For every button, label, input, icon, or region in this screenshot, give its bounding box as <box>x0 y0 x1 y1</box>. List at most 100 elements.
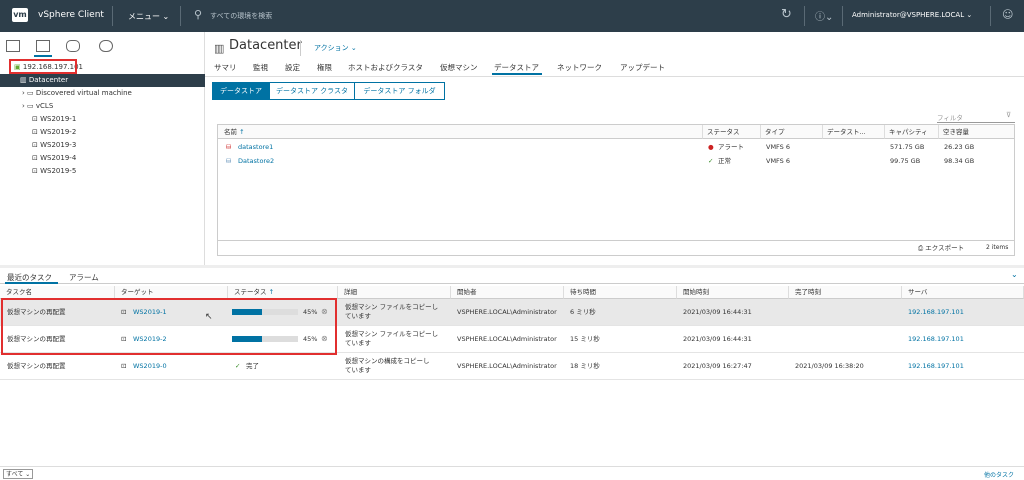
subtab-datastore-clusters[interactable]: データストア クラスタ <box>269 82 355 100</box>
col-type[interactable]: タイプ <box>760 125 822 139</box>
chevron-right-icon: › <box>22 89 25 97</box>
server-link[interactable]: 192.168.197.101 <box>908 308 964 317</box>
col-name[interactable]: 名前 ↑ <box>218 125 702 139</box>
divider <box>804 6 805 26</box>
active-tab-indicator <box>5 282 58 284</box>
collapse-icon[interactable]: ⌄ <box>1011 270 1018 279</box>
col-free[interactable]: 空き容量 <box>938 125 1014 139</box>
storage-icon[interactable] <box>66 40 80 52</box>
help-icon[interactable]: ⓘ⌄ <box>815 8 833 23</box>
free-text: 98.34 GB <box>944 157 975 165</box>
actions-menu[interactable]: アクション ⌄ <box>314 43 357 53</box>
tab-updates[interactable]: アップデート <box>620 62 665 73</box>
export-button[interactable]: ⎙ エクスポート <box>918 241 964 255</box>
start-time-text: 2021/03/09 16:27:47 <box>683 362 752 370</box>
datastore-grid: 名前 ↑ ステータス タイプ データスト... キャパシティ 空き容量 ⛁ da… <box>217 124 1015 256</box>
active-tab-indicator <box>492 73 542 75</box>
vm-icon: ⊡ <box>32 154 38 162</box>
user-label: Administrator@VSPHERE.LOCAL <box>852 11 965 19</box>
export-label: エクスポート <box>925 244 965 252</box>
tree-item[interactable]: ⊡ WS2019-4 <box>0 152 205 165</box>
server-link[interactable]: 192.168.197.101 <box>908 362 964 371</box>
tree-item[interactable]: ⊡ WS2019-5 <box>0 165 205 178</box>
task-filter-select[interactable]: すべて ⌄ <box>3 469 34 479</box>
start-time-text: 2021/03/09 16:44:31 <box>683 335 752 343</box>
tab-datastores[interactable]: データストア <box>494 62 539 73</box>
refresh-icon[interactable]: ↻ <box>781 7 792 22</box>
status-text: アラート <box>718 143 744 151</box>
alert-icon: ● <box>708 143 714 151</box>
highlight-box <box>1 298 337 355</box>
app-title: vSphere Client <box>38 10 104 20</box>
tree-item[interactable]: ⊡ WS2019-3 <box>0 139 205 152</box>
col-capacity[interactable]: キャパシティ <box>884 125 938 139</box>
tab-networks[interactable]: ネットワーク <box>557 62 602 73</box>
tree-item[interactable]: ⊡ WS2019-2 <box>0 126 205 139</box>
tab-monitor[interactable]: 監視 <box>253 62 268 73</box>
target-link[interactable]: WS2019-0 <box>133 362 167 371</box>
divider <box>205 76 1024 77</box>
subtab-datastore-folders[interactable]: データストア フォルダ <box>354 82 445 100</box>
type-text: VMFS 6 <box>766 157 791 165</box>
tree-datacenter[interactable]: ▥ Datacenter <box>0 74 205 87</box>
chevron-right-icon: › <box>22 102 25 110</box>
capacity-text: 99.75 GB <box>890 157 921 165</box>
col-server[interactable]: サーバ <box>902 286 1024 299</box>
tree-label: Discovered virtual machine <box>35 89 132 97</box>
sort-up-icon: ↑ <box>239 128 245 136</box>
datastore-icon: ⛁ <box>226 157 232 165</box>
col-start-time[interactable]: 開始時刻 <box>677 286 789 299</box>
task-tabs: 最近のタスク アラーム ⌄ <box>0 268 1024 284</box>
detail-line: 仮想マシン ファイルをコピーし <box>345 330 439 338</box>
server-link[interactable]: 192.168.197.101 <box>908 335 964 344</box>
tab-alarms[interactable]: アラーム <box>69 272 99 283</box>
subtab-datastores[interactable]: データストア <box>212 82 270 100</box>
more-tasks-link[interactable]: 他のタスク <box>984 470 1014 479</box>
divider <box>218 240 1014 241</box>
queued-text: 15 ミリ秒 <box>570 335 600 343</box>
tab-vms[interactable]: 仮想マシン <box>440 62 478 73</box>
initiator-text: VSPHERE.LOCAL\Administrator <box>457 335 557 343</box>
export-icon: ⎙ <box>918 244 924 252</box>
capacity-text: 571.75 GB <box>890 143 925 151</box>
tab-permissions[interactable]: 権限 <box>317 62 332 73</box>
tree-label: vCLS <box>35 102 54 110</box>
search-input[interactable]: すべての環境を検索 <box>210 11 272 21</box>
vm-icon: ⊡ <box>121 362 127 370</box>
tab-summary[interactable]: サマリ <box>214 62 237 73</box>
smiley-icon[interactable]: ☺ <box>1002 8 1013 21</box>
tab-configure[interactable]: 設定 <box>285 62 300 73</box>
page-title: Datacenter <box>229 38 302 53</box>
detail-line: ています <box>345 312 371 320</box>
tree-item[interactable]: › ▭ vCLS <box>0 100 205 113</box>
col-initiator[interactable]: 開始者 <box>451 286 564 299</box>
check-icon: ✓ <box>708 157 714 165</box>
vm-icon: ⊡ <box>32 167 38 175</box>
tab-hosts-clusters[interactable]: ホストおよびクラスタ <box>348 62 423 73</box>
type-text: VMFS 6 <box>766 143 791 151</box>
network-icon[interactable] <box>99 40 113 52</box>
task-name: 仮想マシンの再配置 <box>7 362 66 370</box>
col-cluster[interactable]: データスト... <box>822 125 884 139</box>
chevron-down-icon: ⌄ <box>162 12 170 21</box>
folder-icon: ▭ <box>27 89 34 97</box>
datacenter-label: Datacenter <box>28 76 69 84</box>
hosts-clusters-icon[interactable] <box>6 40 20 52</box>
tree-label: WS2019-5 <box>40 167 77 175</box>
vm-logo[interactable]: vm <box>12 8 28 22</box>
check-icon: ✓ <box>235 362 241 370</box>
datastore-link[interactable]: Datastore2 <box>238 154 274 168</box>
table-row[interactable]: 仮想マシンの再配置 ⊡ WS2019-0 ✓ 完了 仮想マシンの構成をコピーして… <box>0 353 1024 380</box>
tree-item[interactable]: › ▭ Discovered virtual machine <box>0 87 205 100</box>
col-status[interactable]: ステータス <box>702 125 760 139</box>
user-menu[interactable]: Administrator@VSPHERE.LOCAL ⌄ <box>852 11 972 19</box>
col-details[interactable]: 詳細 <box>338 286 451 299</box>
tree-item[interactable]: ⊡ WS2019-1 <box>0 113 205 126</box>
datastore-link[interactable]: datastore1 <box>238 140 273 154</box>
divider <box>0 466 1024 467</box>
vms-templates-icon[interactable] <box>36 40 50 52</box>
col-end-time[interactable]: 完了時刻 <box>789 286 902 299</box>
col-queued[interactable]: 待ち時間 <box>564 286 677 299</box>
menu-button[interactable]: メニュー ⌄ <box>128 11 169 22</box>
filter-input[interactable]: フィルタ <box>937 112 1015 123</box>
